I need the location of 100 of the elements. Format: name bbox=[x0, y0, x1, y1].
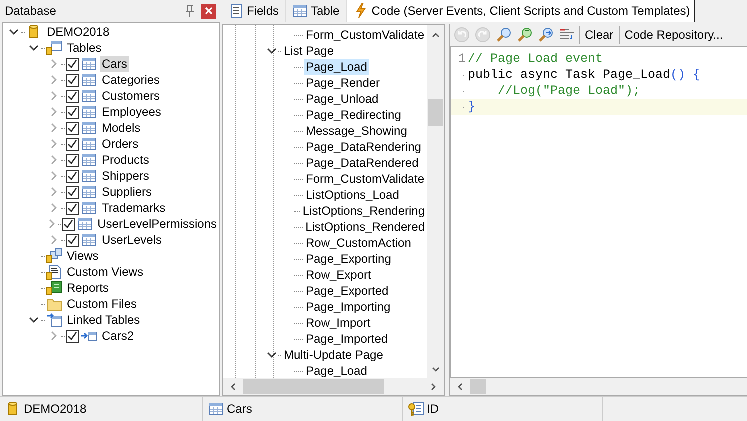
chevron-down-icon[interactable] bbox=[29, 43, 39, 53]
tree-item[interactable]: ListOptions_Rendered bbox=[304, 219, 427, 235]
table-icon bbox=[81, 104, 97, 120]
checkbox[interactable] bbox=[66, 330, 79, 342]
tree-item[interactable]: Products bbox=[100, 152, 152, 168]
tree-item[interactable]: UserLevels bbox=[100, 232, 164, 248]
chevron-down-icon[interactable] bbox=[267, 350, 277, 360]
toolbar-button[interactable]: Code Repository... bbox=[622, 28, 726, 42]
tree-item[interactable]: Multi-Update Page bbox=[282, 347, 386, 363]
chevron-right-icon[interactable] bbox=[47, 219, 58, 229]
tree-item[interactable]: Row_Export bbox=[304, 267, 374, 283]
tree-item[interactable]: Page_Load bbox=[304, 363, 370, 378]
chevron-right-icon[interactable] bbox=[49, 59, 59, 69]
tree-item[interactable]: Tables bbox=[65, 40, 104, 56]
chevron-down-icon[interactable] bbox=[29, 315, 39, 325]
tree-item[interactable]: Customers bbox=[100, 88, 162, 104]
checkbox[interactable] bbox=[66, 234, 79, 246]
scroll-thumb[interactable] bbox=[470, 379, 486, 394]
tree-item[interactable]: Page_DataRendering bbox=[304, 139, 424, 155]
tree-item[interactable]: Cars2 bbox=[100, 328, 136, 344]
tree-item[interactable]: Row_CustomAction bbox=[304, 235, 414, 251]
toolbar-button[interactable]: Clear bbox=[583, 28, 616, 42]
checkbox[interactable] bbox=[66, 186, 79, 198]
tree-item[interactable]: Linked Tables bbox=[65, 312, 142, 328]
tree-item[interactable]: Suppliers bbox=[100, 184, 154, 200]
tree-item[interactable]: Page_Exporting bbox=[304, 251, 394, 267]
scroll-right-icon[interactable] bbox=[430, 382, 438, 392]
tree-item[interactable]: Views bbox=[65, 248, 101, 264]
chevron-right-icon[interactable] bbox=[49, 75, 59, 85]
tree-item[interactable]: Page_Render bbox=[304, 75, 382, 91]
tree-item[interactable]: UserLevelPermissions bbox=[96, 216, 219, 232]
tree-item[interactable]: Row_Import bbox=[304, 315, 373, 331]
tree-item[interactable]: Page_Exported bbox=[304, 283, 391, 299]
tab[interactable]: Code (Server Events, Client Scripts and Custom Templates) bbox=[346, 0, 696, 22]
vertical-scrollbar[interactable] bbox=[427, 25, 444, 378]
pin-icon[interactable] bbox=[183, 4, 197, 18]
chevron-right-icon[interactable] bbox=[49, 235, 59, 245]
tree-item[interactable]: Page_Unload bbox=[304, 91, 381, 107]
chevron-right-icon[interactable] bbox=[49, 123, 59, 133]
checkbox[interactable] bbox=[66, 58, 79, 70]
scroll-left-icon[interactable] bbox=[456, 382, 464, 392]
scroll-down-icon[interactable] bbox=[430, 366, 440, 374]
tree-item[interactable]: Trademarks bbox=[100, 200, 168, 216]
close-button[interactable] bbox=[201, 4, 216, 18]
tree-item[interactable]: Page_Load bbox=[304, 59, 370, 75]
tree-item[interactable]: Reports bbox=[65, 280, 112, 296]
chevron-right-icon[interactable] bbox=[49, 107, 59, 117]
tree-item[interactable]: Page_Redirecting bbox=[304, 107, 404, 123]
scroll-thumb[interactable] bbox=[428, 99, 443, 126]
checkbox[interactable] bbox=[66, 90, 79, 102]
checkbox[interactable] bbox=[66, 138, 79, 150]
checkbox[interactable] bbox=[66, 154, 79, 166]
tree-item[interactable]: Shippers bbox=[100, 168, 152, 184]
tree-item[interactable]: ListOptions_Rendering bbox=[300, 203, 427, 219]
table-icon bbox=[81, 72, 97, 88]
checkbox[interactable] bbox=[66, 74, 79, 86]
tree-item[interactable]: Models bbox=[100, 120, 143, 136]
chevron-right-icon[interactable] bbox=[49, 171, 59, 181]
chevron-right-icon[interactable] bbox=[49, 203, 59, 213]
tab[interactable]: Fields bbox=[222, 0, 286, 22]
scroll-thumb[interactable] bbox=[243, 379, 384, 394]
tab[interactable]: Table bbox=[286, 0, 347, 22]
tree-item[interactable]: Cars bbox=[100, 56, 130, 72]
tree-item[interactable]: Page_DataRendered bbox=[304, 155, 421, 171]
checkbox[interactable] bbox=[66, 202, 79, 214]
tree-item[interactable]: List Page bbox=[282, 43, 336, 59]
close-icon[interactable] bbox=[204, 7, 212, 15]
scroll-up-icon[interactable] bbox=[430, 31, 440, 39]
chevron-right-icon[interactable] bbox=[49, 187, 59, 197]
checkbox[interactable] bbox=[66, 122, 79, 134]
tree-item[interactable]: DEMO2018 bbox=[45, 24, 112, 40]
code-line: //Log("Page Load"); bbox=[497, 84, 641, 98]
status-text: ID bbox=[427, 402, 439, 416]
chevron-right-icon[interactable] bbox=[49, 155, 59, 165]
code-editor[interactable]: 1 // Page Load event public async Task Page_Load() { //Log("Page Load"); } bbox=[450, 46, 747, 378]
tree-item[interactable]: Page_Imported bbox=[304, 331, 390, 347]
chevron-right-icon[interactable] bbox=[49, 331, 59, 341]
toolbar-button[interactable] bbox=[516, 27, 534, 43]
chevron-down-icon[interactable] bbox=[267, 46, 277, 56]
tree-item[interactable]: Orders bbox=[100, 136, 141, 152]
tree-item[interactable]: Categories bbox=[100, 72, 162, 88]
tree-item[interactable]: Custom Views bbox=[65, 264, 146, 280]
scroll-left-icon[interactable] bbox=[229, 382, 237, 392]
tree-item[interactable]: Employees bbox=[100, 104, 164, 120]
tree-item[interactable]: ListOptions_Load bbox=[304, 187, 402, 203]
tree-item[interactable]: Form_CustomValidate bbox=[304, 171, 426, 187]
toolbar-button[interactable] bbox=[495, 27, 513, 43]
tree-item[interactable]: Form_CustomValidate bbox=[304, 27, 426, 43]
chevron-right-icon[interactable] bbox=[49, 91, 59, 101]
chevron-down-icon[interactable] bbox=[9, 27, 19, 37]
checkbox[interactable] bbox=[62, 218, 75, 230]
chevron-right-icon[interactable] bbox=[49, 139, 59, 149]
tree-item[interactable]: Page_Importing bbox=[304, 299, 393, 315]
tree-item[interactable]: Custom Files bbox=[65, 296, 140, 312]
checkbox[interactable] bbox=[66, 170, 79, 182]
code-line: } bbox=[468, 100, 476, 114]
horizontal-scrollbar[interactable] bbox=[223, 378, 444, 395]
tree-item[interactable]: Message_Showing bbox=[304, 123, 410, 139]
toolbar-button[interactable] bbox=[537, 27, 555, 43]
checkbox[interactable] bbox=[66, 106, 79, 118]
